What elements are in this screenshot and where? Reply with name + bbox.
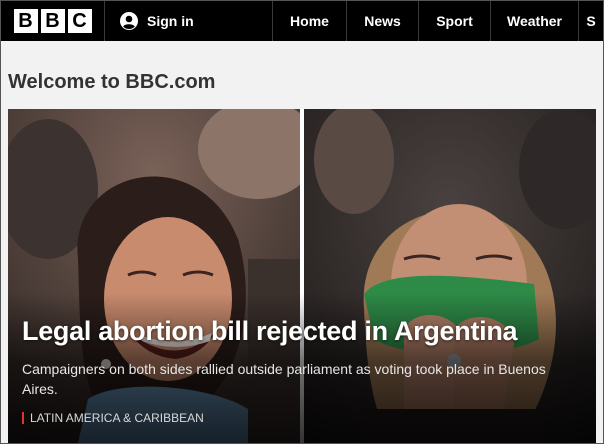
signin-button[interactable]: Sign in [105, 1, 273, 41]
section-link[interactable]: LATIN AMERICA & CARIBBEAN [22, 411, 204, 425]
section-label: LATIN AMERICA & CARIBBEAN [30, 411, 204, 425]
top-navigation: B B C Sign in Home News Sport Weather S [1, 1, 603, 41]
section-accent-bar [22, 412, 24, 424]
user-icon [120, 12, 138, 30]
nav-news[interactable]: News [347, 1, 419, 41]
hero-story[interactable]: Legal abortion bill rejected in Argentin… [8, 109, 596, 443]
nav-home[interactable]: Home [273, 1, 347, 41]
hero-summary: Campaigners on both sides rallied outsid… [22, 361, 546, 397]
nav-weather[interactable]: Weather [491, 1, 579, 41]
nav-item-truncated[interactable]: S [579, 1, 603, 41]
logo-letter-b1: B [13, 9, 38, 33]
page-title: Welcome to BBC.com [8, 71, 216, 93]
hero-headline[interactable]: Legal abortion bill rejected in Argentin… [22, 316, 592, 347]
signin-label: Sign in [147, 13, 194, 29]
nav-sport[interactable]: Sport [419, 1, 491, 41]
logo-letter-b2: B [40, 9, 65, 33]
page-frame: B B C Sign in Home News Sport Weather S … [0, 0, 604, 444]
bbc-logo[interactable]: B B C [1, 1, 105, 41]
logo-letter-c: C [67, 9, 92, 33]
